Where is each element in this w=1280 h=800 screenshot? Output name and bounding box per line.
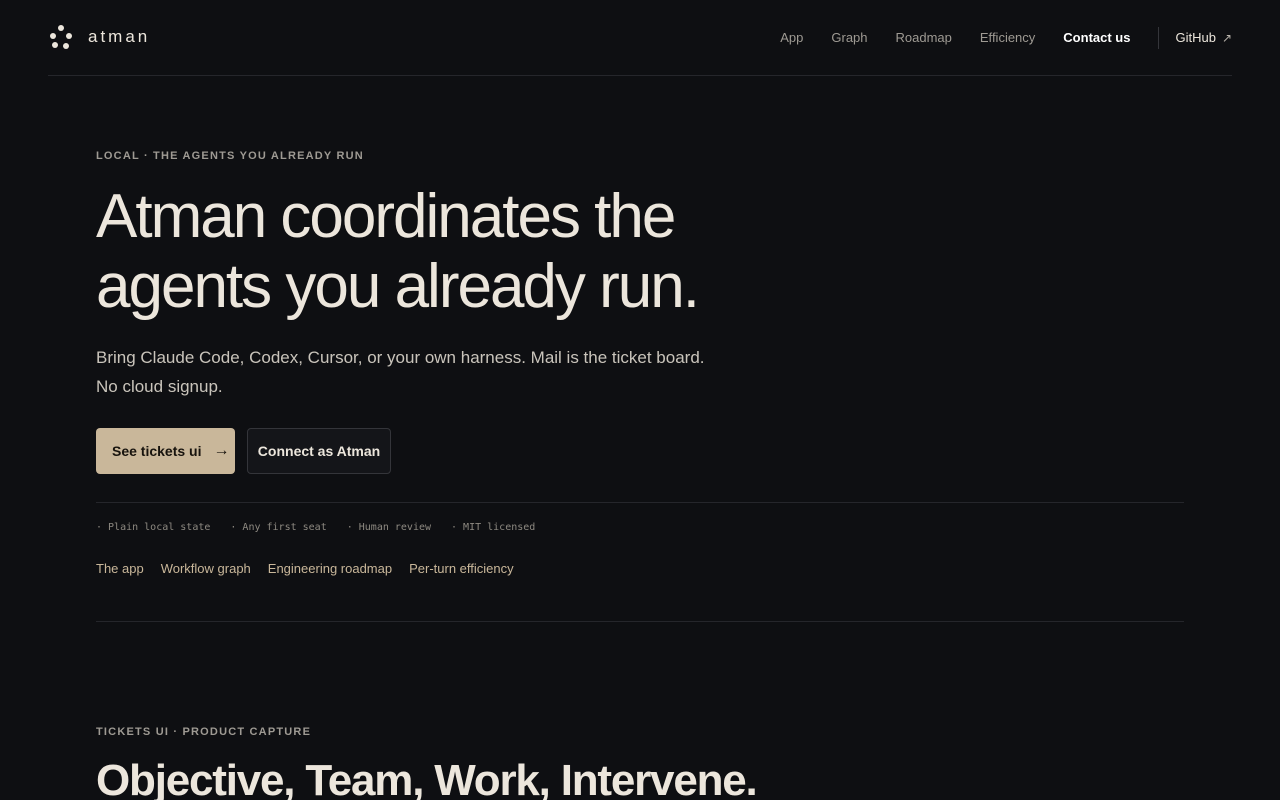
- nav-divider: [1158, 26, 1160, 49]
- hero-eyebrow: LOCAL · THE AGENTS YOU ALREADY RUN: [96, 150, 364, 162]
- dots-cluster-icon: [48, 24, 74, 50]
- nav-link-graph[interactable]: Graph: [831, 30, 867, 45]
- brand-name: atman: [88, 27, 151, 46]
- feature-item: · Plain local state: [96, 522, 211, 533]
- section-title: Objective, Team, Work, Intervene.: [96, 756, 758, 800]
- page: atman App Graph Roadmap Efficiency Conta…: [0, 0, 1280, 800]
- divider: [96, 502, 1184, 503]
- section-eyebrow: TICKETS UI · PRODUCT CAPTURE: [96, 726, 312, 738]
- nav-link-contact[interactable]: Contact us: [1063, 30, 1130, 45]
- github-link[interactable]: GitHub ↗: [1175, 30, 1232, 45]
- brand-logo[interactable]: atman: [48, 24, 150, 50]
- connect-label: Connect as Atman: [257, 443, 381, 459]
- feature-list: · Plain local state · Any first seat · H…: [96, 522, 555, 533]
- nav-link-roadmap[interactable]: Roadmap: [896, 30, 952, 45]
- link-the-app[interactable]: The app: [96, 561, 144, 576]
- link-workflow-graph[interactable]: Workflow graph: [161, 561, 251, 576]
- feature-item: · Any first seat: [230, 522, 327, 533]
- nav-link-efficiency[interactable]: Efficiency: [980, 30, 1035, 45]
- hero-subtitle: Bring Claude Code, Codex, Cursor, or you…: [96, 348, 705, 396]
- hero-title: Atman coordinates the agents you already…: [96, 182, 776, 322]
- main-nav: App Graph Roadmap Efficiency Contact us …: [752, 0, 1232, 75]
- link-engineering-roadmap[interactable]: Engineering roadmap: [268, 561, 392, 576]
- see-tickets-button[interactable]: See tickets ui →: [96, 428, 235, 474]
- link-per-turn-efficiency[interactable]: Per-turn efficiency: [409, 561, 514, 576]
- github-label: GitHub: [1175, 30, 1216, 45]
- hero-title-line-2: agents you already run.: [96, 252, 700, 321]
- divider: [96, 621, 1184, 622]
- hero-title-line-1: Atman coordinates the: [96, 182, 676, 251]
- arrow-right-icon: →: [213, 442, 230, 459]
- feature-item: · MIT licensed: [451, 522, 536, 533]
- section-links: The app Workflow graph Engineering roadm…: [96, 561, 531, 576]
- see-tickets-label: See tickets ui: [112, 443, 202, 459]
- external-arrow-icon: ↗: [1221, 30, 1232, 45]
- nav-link-app[interactable]: App: [780, 30, 803, 45]
- feature-item: · Human review: [346, 522, 432, 533]
- connect-button[interactable]: Connect as Atman: [247, 428, 391, 474]
